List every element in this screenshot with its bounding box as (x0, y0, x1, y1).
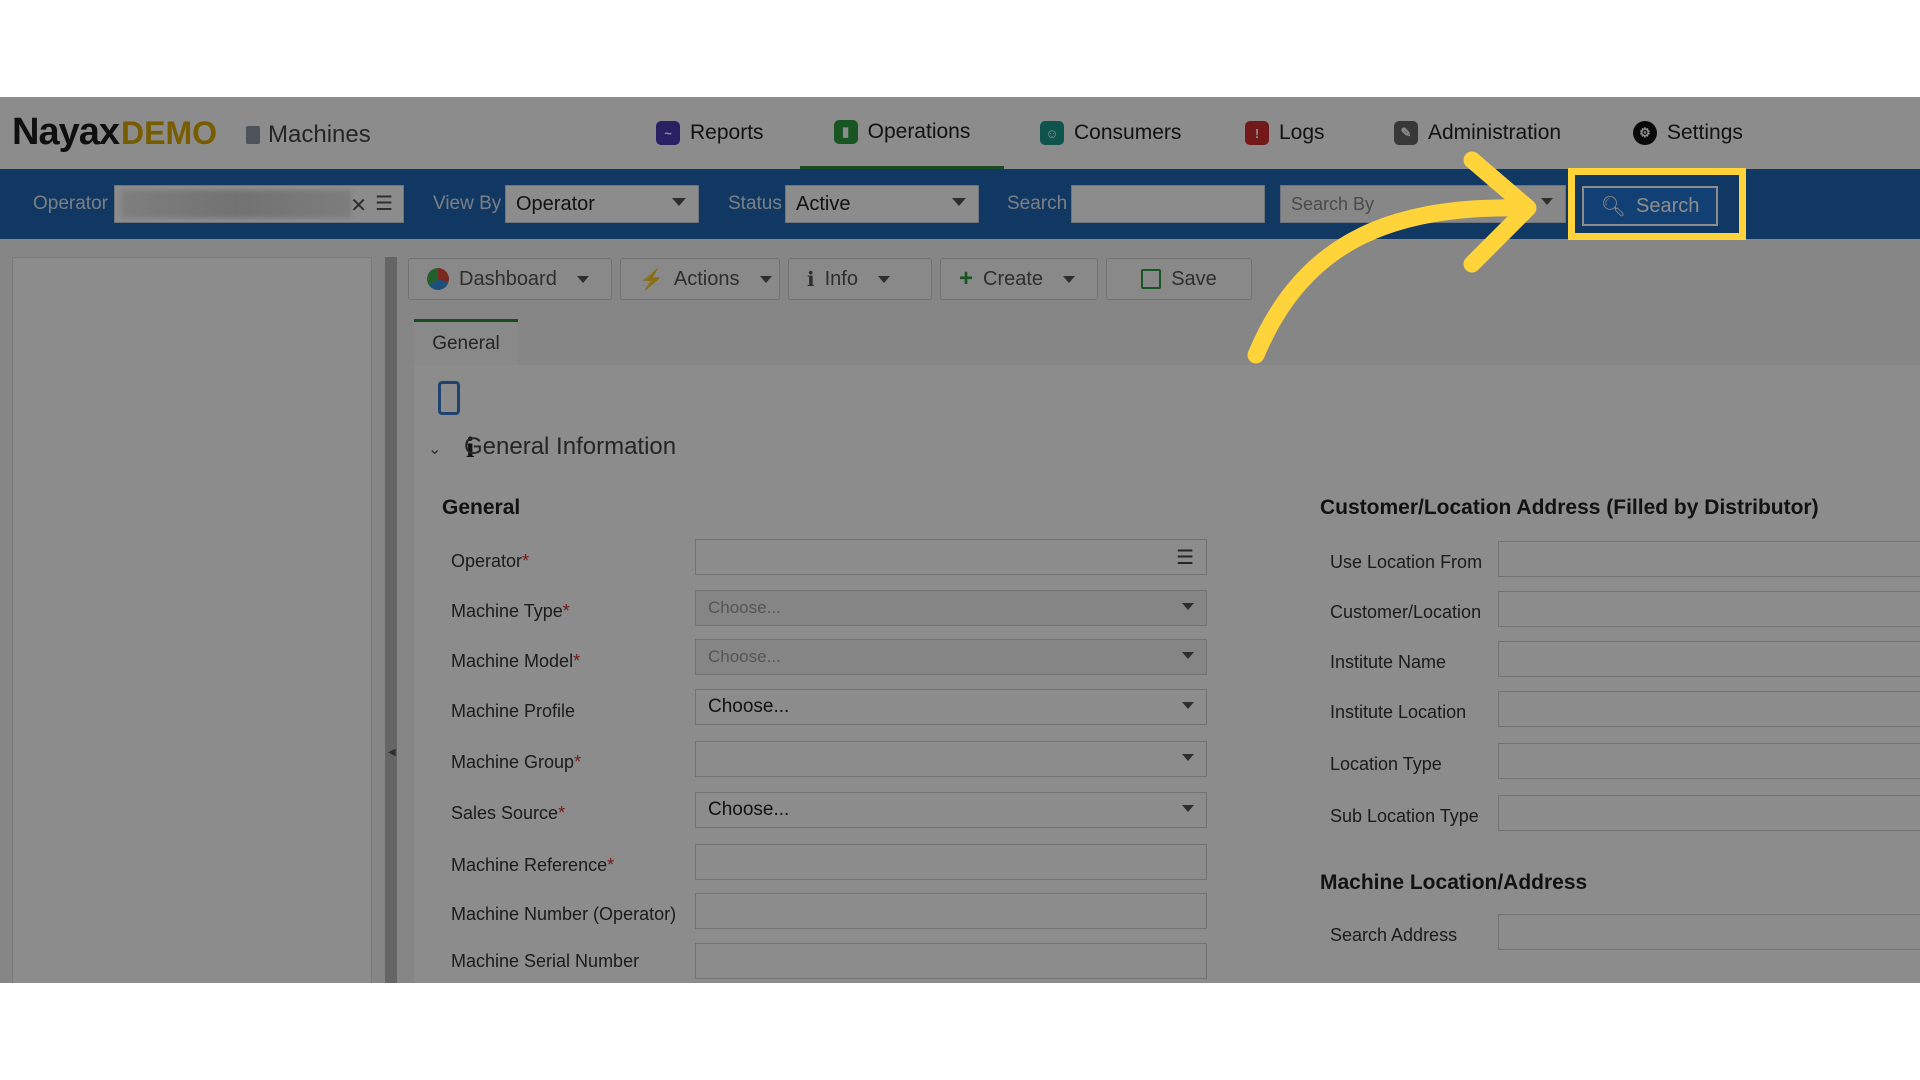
collapse-arrow-icon[interactable]: ◀ (388, 747, 396, 758)
machine-reference-label: Machine Reference* (451, 855, 615, 875)
general-heading: General (442, 496, 521, 519)
actions-button[interactable]: ⚡ Actions (620, 258, 780, 300)
section-title: General Information (464, 433, 677, 460)
logs-icon: ! (1245, 121, 1269, 145)
customer-location-heading: Customer/Location Address (Filled by Dis… (1320, 496, 1819, 519)
chevron-down-icon (1182, 702, 1194, 709)
chevron-down-icon (1182, 652, 1194, 659)
tab-general[interactable]: General (414, 319, 518, 365)
institute-name-input[interactable] (1498, 641, 1920, 677)
view-by-label: View By (433, 193, 502, 214)
sub-location-type-label: Sub Location Type (1330, 806, 1479, 826)
institute-location-label: Institute Location (1330, 702, 1467, 722)
search-button-highlight (1568, 168, 1746, 240)
chevron-down-icon (1063, 275, 1076, 283)
save-button[interactable]: Save (1106, 258, 1252, 300)
pie-chart-icon (427, 268, 449, 290)
sub-location-type-input[interactable] (1498, 795, 1920, 831)
module-title: Machines (246, 121, 371, 149)
use-location-from-label: Use Location From (1330, 552, 1483, 572)
collapse-chevron-icon[interactable]: ⌄ (428, 439, 441, 459)
list-icon[interactable]: ☰ (375, 191, 393, 216)
institute-location-input[interactable] (1498, 691, 1920, 727)
reports-icon: ~ (656, 121, 680, 145)
machine-profile-label: Machine Profile (451, 701, 576, 721)
chevron-down-icon (576, 275, 589, 283)
nav-operations[interactable]: ▮ Operations (800, 97, 1004, 169)
create-button[interactable]: + Create (940, 258, 1098, 300)
machine-reference-input[interactable] (695, 844, 1207, 880)
chevron-down-icon (1182, 603, 1194, 610)
operator-picker[interactable]: ✕ ☰ (114, 185, 404, 223)
machine-model-select[interactable]: Choose... (695, 639, 1207, 675)
machine-group-select[interactable] (695, 741, 1207, 777)
consumers-icon: ☺ (1040, 121, 1064, 145)
clear-icon[interactable]: ✕ (350, 193, 367, 218)
location-type-label: Location Type (1330, 754, 1442, 774)
nav-reports[interactable]: ~ Reports (656, 97, 764, 169)
settings-icon: ⚙ (1633, 121, 1657, 145)
chevron-down-icon (877, 275, 890, 283)
location-type-input[interactable] (1498, 743, 1920, 779)
chevron-down-icon (1182, 754, 1194, 761)
action-bar: Dashboard ⚡ Actions ℹ Info + Create Save (408, 258, 1252, 302)
dashboard-button[interactable]: Dashboard (408, 258, 612, 300)
info-button[interactable]: ℹ Info (788, 258, 932, 300)
machine-type-select[interactable]: Choose... (695, 590, 1207, 626)
machine-number-input[interactable] (695, 893, 1207, 929)
operations-icon: ▮ (833, 119, 858, 144)
customer-location-label: Customer/Location (1330, 602, 1482, 622)
institute-name-label: Institute Name (1330, 652, 1447, 672)
operator-value-redacted (121, 190, 351, 218)
operator-field[interactable]: ☰ (695, 539, 1207, 575)
save-icon (1141, 269, 1162, 289)
chevron-down-icon (952, 198, 966, 206)
search-input[interactable] (1071, 185, 1265, 223)
sales-source-select[interactable]: Choose... (695, 792, 1207, 828)
machine-model-label: Machine Model* (451, 651, 581, 671)
form-content: ⌄ i General Information General Customer… (414, 365, 1920, 983)
nav-consumers[interactable]: ☺ Consumers (1040, 97, 1181, 169)
machine-type-label: Machine Type* (451, 601, 570, 621)
search-address-label: Search Address (1330, 925, 1458, 945)
list-icon[interactable]: ☰ (1176, 545, 1194, 570)
search-address-input[interactable] (1498, 914, 1920, 950)
sales-source-label: Sales Source* (451, 803, 566, 823)
view-by-select[interactable]: Operator (505, 185, 699, 223)
tab-bar: General (414, 319, 1920, 366)
machine-profile-select[interactable]: Choose... (695, 689, 1207, 725)
panel-splitter[interactable]: ◀ (385, 257, 397, 983)
bolt-icon: ⚡ (639, 268, 664, 291)
info-icon: ℹ (807, 268, 815, 291)
operator-field-label: Operator* (451, 551, 530, 571)
status-select[interactable]: Active (785, 185, 979, 223)
status-label: Status (728, 193, 782, 214)
machine-icon (246, 126, 260, 144)
machine-group-label: Machine Group* (451, 752, 582, 772)
machine-serial-label: Machine Serial Number (451, 951, 640, 971)
plus-icon: + (959, 265, 974, 292)
machine-serial-input[interactable] (695, 943, 1207, 979)
use-location-from-input[interactable] (1498, 541, 1920, 577)
nav-administration[interactable]: ✎ Administration (1394, 97, 1561, 169)
app-header: NayaxDEMO Machines ~ Reports ▮ Operation… (0, 97, 1920, 170)
chevron-down-icon (1541, 198, 1553, 205)
machine-document-icon (438, 381, 460, 415)
machine-number-label: Machine Number (Operator) (451, 904, 677, 924)
machine-location-heading: Machine Location/Address (1320, 871, 1588, 894)
chevron-down-icon (672, 198, 686, 206)
left-tree-panel (12, 257, 372, 983)
search-by-select[interactable]: Search By (1280, 185, 1566, 223)
chevron-down-icon (1182, 805, 1194, 812)
chevron-down-icon (759, 275, 772, 283)
customer-location-input[interactable] (1498, 591, 1920, 627)
nav-settings[interactable]: ⚙ Settings (1633, 97, 1743, 169)
nayax-logo: NayaxDEMO (12, 111, 217, 153)
administration-icon: ✎ (1394, 121, 1418, 145)
operator-label: Operator (33, 193, 108, 214)
search-label: Search (1007, 193, 1068, 214)
nav-logs[interactable]: ! Logs (1245, 97, 1325, 169)
